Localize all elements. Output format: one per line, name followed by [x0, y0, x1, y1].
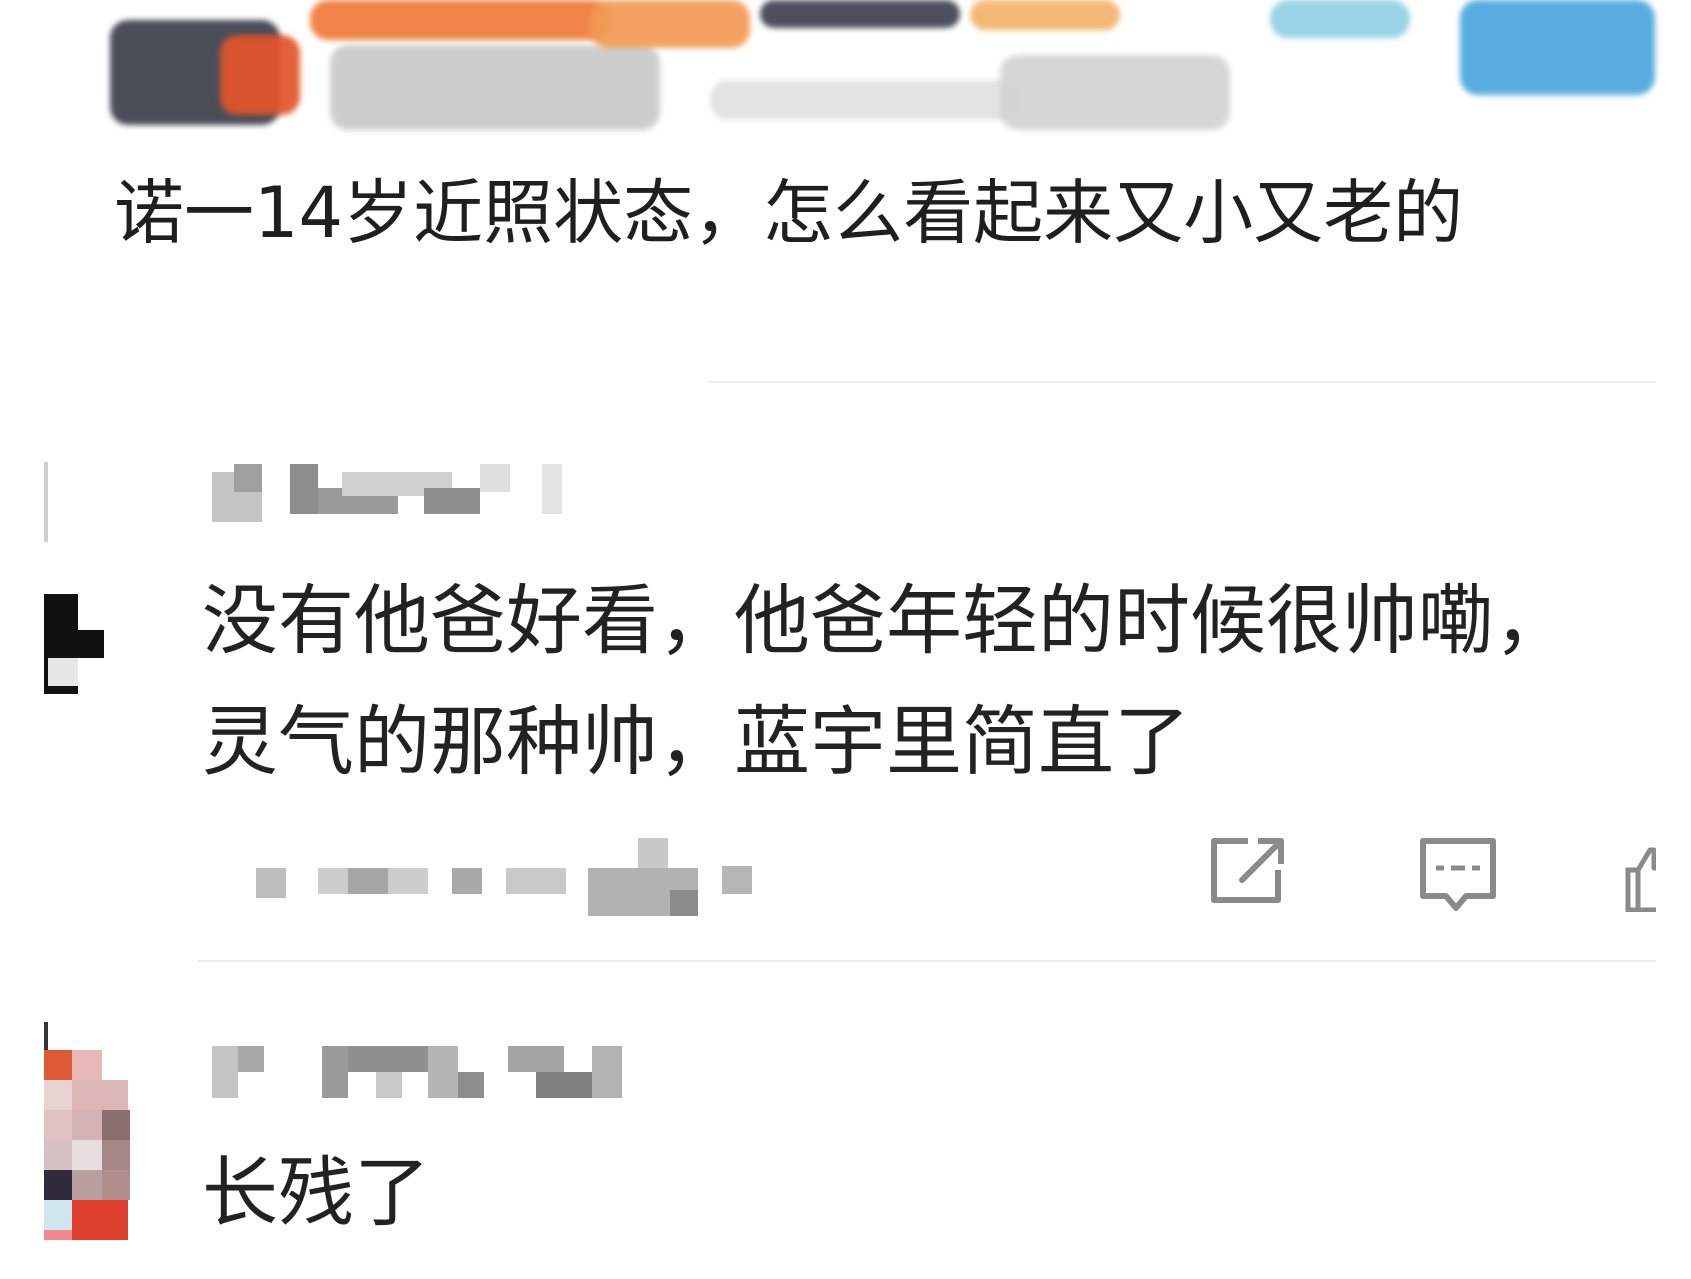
- comment-line: 长残了: [202, 1148, 430, 1237]
- thumbs-up-icon: [1625, 847, 1656, 912]
- divider: [198, 960, 1656, 962]
- reply-button[interactable]: [1418, 836, 1498, 916]
- comment-text: 长残了: [202, 1132, 430, 1253]
- comment-thread-page: 诺一14岁近照状态，怎么看起来又小又老的 没有他爸好看，他爸年轻的时候很帅嘞， …: [0, 0, 1691, 1279]
- comment-author-redacted[interactable]: [212, 464, 572, 522]
- comment-meta-redacted: [238, 838, 778, 916]
- like-button[interactable]: [1624, 846, 1656, 912]
- reply-icon: [1420, 838, 1496, 911]
- post-caption: 诺一14岁近照状态，怎么看起来又小又老的: [114, 172, 1464, 254]
- comment-line: 灵气的那种帅，蓝宇里简直了: [202, 697, 1190, 786]
- comment-text: 没有他爸好看，他爸年轻的时候很帅嘞， 灵气的那种帅，蓝宇里简直了: [202, 560, 1570, 802]
- share-icon: [1211, 838, 1284, 903]
- avatar[interactable]: [44, 462, 104, 694]
- redacted-header-image: [110, 0, 1655, 140]
- avatar[interactable]: [44, 1022, 130, 1240]
- comment-line: 没有他爸好看，他爸年轻的时候很帅嘞，: [202, 576, 1570, 665]
- comment-author-redacted[interactable]: [212, 1046, 652, 1102]
- divider: [708, 381, 1656, 383]
- share-button[interactable]: [1208, 836, 1288, 906]
